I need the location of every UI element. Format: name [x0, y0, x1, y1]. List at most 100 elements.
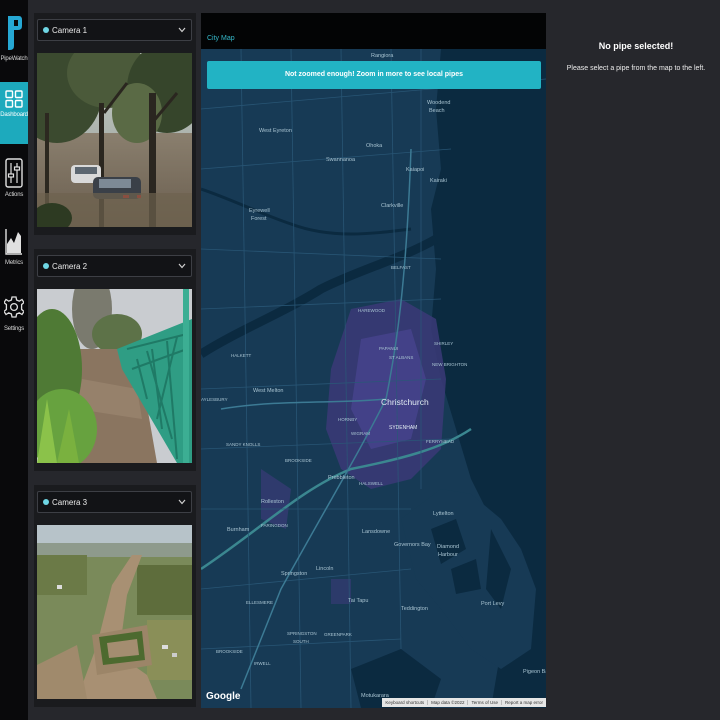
camera-select-2[interactable]: Camera 2	[37, 255, 192, 277]
svg-text:Woodend: Woodend	[427, 100, 450, 106]
nav-label-dashboard: Dashboard	[0, 112, 28, 118]
svg-text:IRWELL: IRWELL	[254, 661, 271, 666]
map-header: City Map	[201, 13, 546, 49]
keyboard-shortcuts-link[interactable]: Keyboard shortcuts	[382, 700, 427, 705]
nav-label-metrics: Metrics	[5, 260, 23, 266]
camera-panel-3: Camera 3	[34, 485, 196, 707]
chevron-down-icon	[178, 263, 186, 269]
svg-text:ELLESMERE: ELLESMERE	[246, 600, 273, 605]
svg-text:AYLESBURY: AYLESBURY	[201, 397, 228, 402]
city-map-panel: City Map Rangiora Woodend Beach West Eyr…	[201, 13, 546, 708]
svg-text:Springston: Springston	[281, 571, 307, 577]
svg-text:WIGRAM: WIGRAM	[351, 431, 370, 436]
svg-text:ST ALBANS: ST ALBANS	[389, 355, 413, 360]
zoom-warning-banner: Not zoomed enough! Zoom in more to see l…	[207, 61, 541, 89]
gear-icon	[4, 296, 24, 318]
svg-text:Lincoln: Lincoln	[316, 566, 333, 572]
svg-text:West Melton: West Melton	[253, 388, 283, 394]
svg-text:HALKETT: HALKETT	[231, 353, 252, 358]
svg-text:HALSWELL: HALSWELL	[359, 481, 384, 486]
status-dot-icon	[43, 499, 49, 505]
nav-item-metrics[interactable]: Metrics	[0, 218, 28, 280]
svg-text:FERRYMEAD: FERRYMEAD	[426, 439, 455, 444]
svg-text:HAREWOOD: HAREWOOD	[358, 308, 386, 313]
app-logo[interactable]: PipeWatch	[0, 12, 28, 72]
map-title: City Map	[207, 35, 235, 42]
side-nav: PipeWatch Dashboard Actions Metrics Sett…	[0, 0, 28, 720]
svg-text:NEW BRIGHTON: NEW BRIGHTON	[432, 362, 467, 367]
svg-text:Burnham: Burnham	[227, 527, 250, 533]
svg-text:Pigeon Bay: Pigeon Bay	[523, 669, 546, 675]
svg-text:West Eyreton: West Eyreton	[259, 128, 292, 134]
status-dot-icon	[43, 263, 49, 269]
report-error-link[interactable]: Report a map error	[500, 700, 546, 705]
svg-text:Tai Tapu: Tai Tapu	[348, 598, 368, 604]
camera-panel-2: Camera 2	[34, 249, 196, 471]
svg-text:Kaiapoi: Kaiapoi	[406, 167, 424, 173]
camera-feed-3[interactable]	[37, 525, 192, 699]
svg-text:Rolleston: Rolleston	[261, 499, 284, 505]
map-attribution: Keyboard shortcuts Map data ©2022 Terms …	[382, 698, 546, 707]
svg-text:PAPANUI: PAPANUI	[379, 346, 398, 351]
svg-text:Teddington: Teddington	[401, 606, 428, 612]
svg-text:FARINGDON: FARINGDON	[261, 523, 288, 528]
pipe-detail-title: No pipe selected!	[598, 41, 674, 51]
svg-text:BELFAST: BELFAST	[391, 265, 411, 270]
svg-text:SANDY KNOLLS: SANDY KNOLLS	[226, 442, 260, 447]
pipe-detail-message: Please select a pipe from the map to the…	[566, 65, 706, 72]
google-logo: Google	[206, 691, 241, 702]
sliders-icon	[5, 158, 23, 188]
svg-text:SPRINGSTON: SPRINGSTON	[287, 631, 317, 636]
svg-text:Swannanoa: Swannanoa	[326, 157, 356, 163]
camera-select-1[interactable]: Camera 1	[37, 19, 192, 41]
camera-select-label: Camera 1	[52, 25, 88, 35]
svg-text:Clarkville: Clarkville	[381, 203, 403, 209]
nav-item-settings[interactable]: Settings	[0, 284, 28, 346]
svg-text:Lyttelton: Lyttelton	[433, 511, 454, 517]
svg-text:Lansdowne: Lansdowne	[362, 529, 390, 535]
camera-image-flooded-street	[37, 53, 192, 227]
nav-item-actions[interactable]: Actions	[0, 150, 28, 212]
camera-image-flooded-bridge	[37, 289, 192, 463]
chevron-down-icon	[178, 499, 186, 505]
svg-text:Diamond: Diamond	[437, 544, 459, 550]
nav-label-actions: Actions	[4, 192, 24, 198]
svg-text:Beach: Beach	[429, 108, 445, 114]
svg-text:SOUTH: SOUTH	[293, 639, 309, 644]
svg-text:SYDENHAM: SYDENHAM	[389, 425, 417, 431]
camera-select-label: Camera 2	[52, 261, 88, 271]
camera-select-label: Camera 3	[52, 497, 88, 507]
city-map[interactable]: Rangiora Woodend Beach West Eyreton Swan…	[201, 49, 546, 708]
svg-text:BROOKSIDE: BROOKSIDE	[285, 458, 312, 463]
svg-text:GREENPARK: GREENPARK	[324, 632, 352, 637]
svg-text:Christchurch: Christchurch	[381, 397, 429, 407]
svg-text:Prebbleton: Prebbleton	[328, 475, 355, 481]
camera-image-flooded-farmland	[37, 525, 192, 699]
pipe-logo-icon	[8, 16, 22, 50]
dashboard-grid-icon	[5, 90, 23, 108]
app-name: PipeWatch	[0, 56, 28, 62]
svg-text:BROOKSIDE: BROOKSIDE	[216, 649, 243, 654]
svg-text:Governors Bay: Governors Bay	[394, 542, 431, 548]
camera-feed-1[interactable]	[37, 53, 192, 227]
terms-link[interactable]: Terms of Use	[467, 700, 501, 705]
svg-text:SHIRLEY: SHIRLEY	[434, 341, 453, 346]
map-data-text: Map data ©2022	[427, 700, 467, 705]
svg-text:Kairaki: Kairaki	[430, 178, 447, 184]
svg-text:Eyrewell: Eyrewell	[249, 208, 270, 214]
svg-text:Harbour: Harbour	[438, 552, 458, 558]
pipe-detail-panel: No pipe selected! Please select a pipe f…	[552, 0, 720, 720]
camera-panel-1: Camera 1	[34, 13, 196, 235]
chevron-down-icon	[178, 27, 186, 33]
svg-text:Port Levy: Port Levy	[481, 601, 504, 607]
camera-feed-2[interactable]	[37, 289, 192, 463]
svg-text:HORNBY: HORNBY	[338, 417, 357, 422]
camera-select-3[interactable]: Camera 3	[37, 491, 192, 513]
svg-text:Forest: Forest	[251, 216, 267, 222]
status-dot-icon	[43, 27, 49, 33]
svg-text:Ohoka: Ohoka	[366, 143, 383, 149]
area-chart-icon	[5, 229, 22, 255]
nav-item-dashboard[interactable]: Dashboard	[0, 82, 28, 144]
nav-label-settings: Settings	[3, 326, 25, 332]
map-label: Rangiora	[371, 53, 394, 59]
